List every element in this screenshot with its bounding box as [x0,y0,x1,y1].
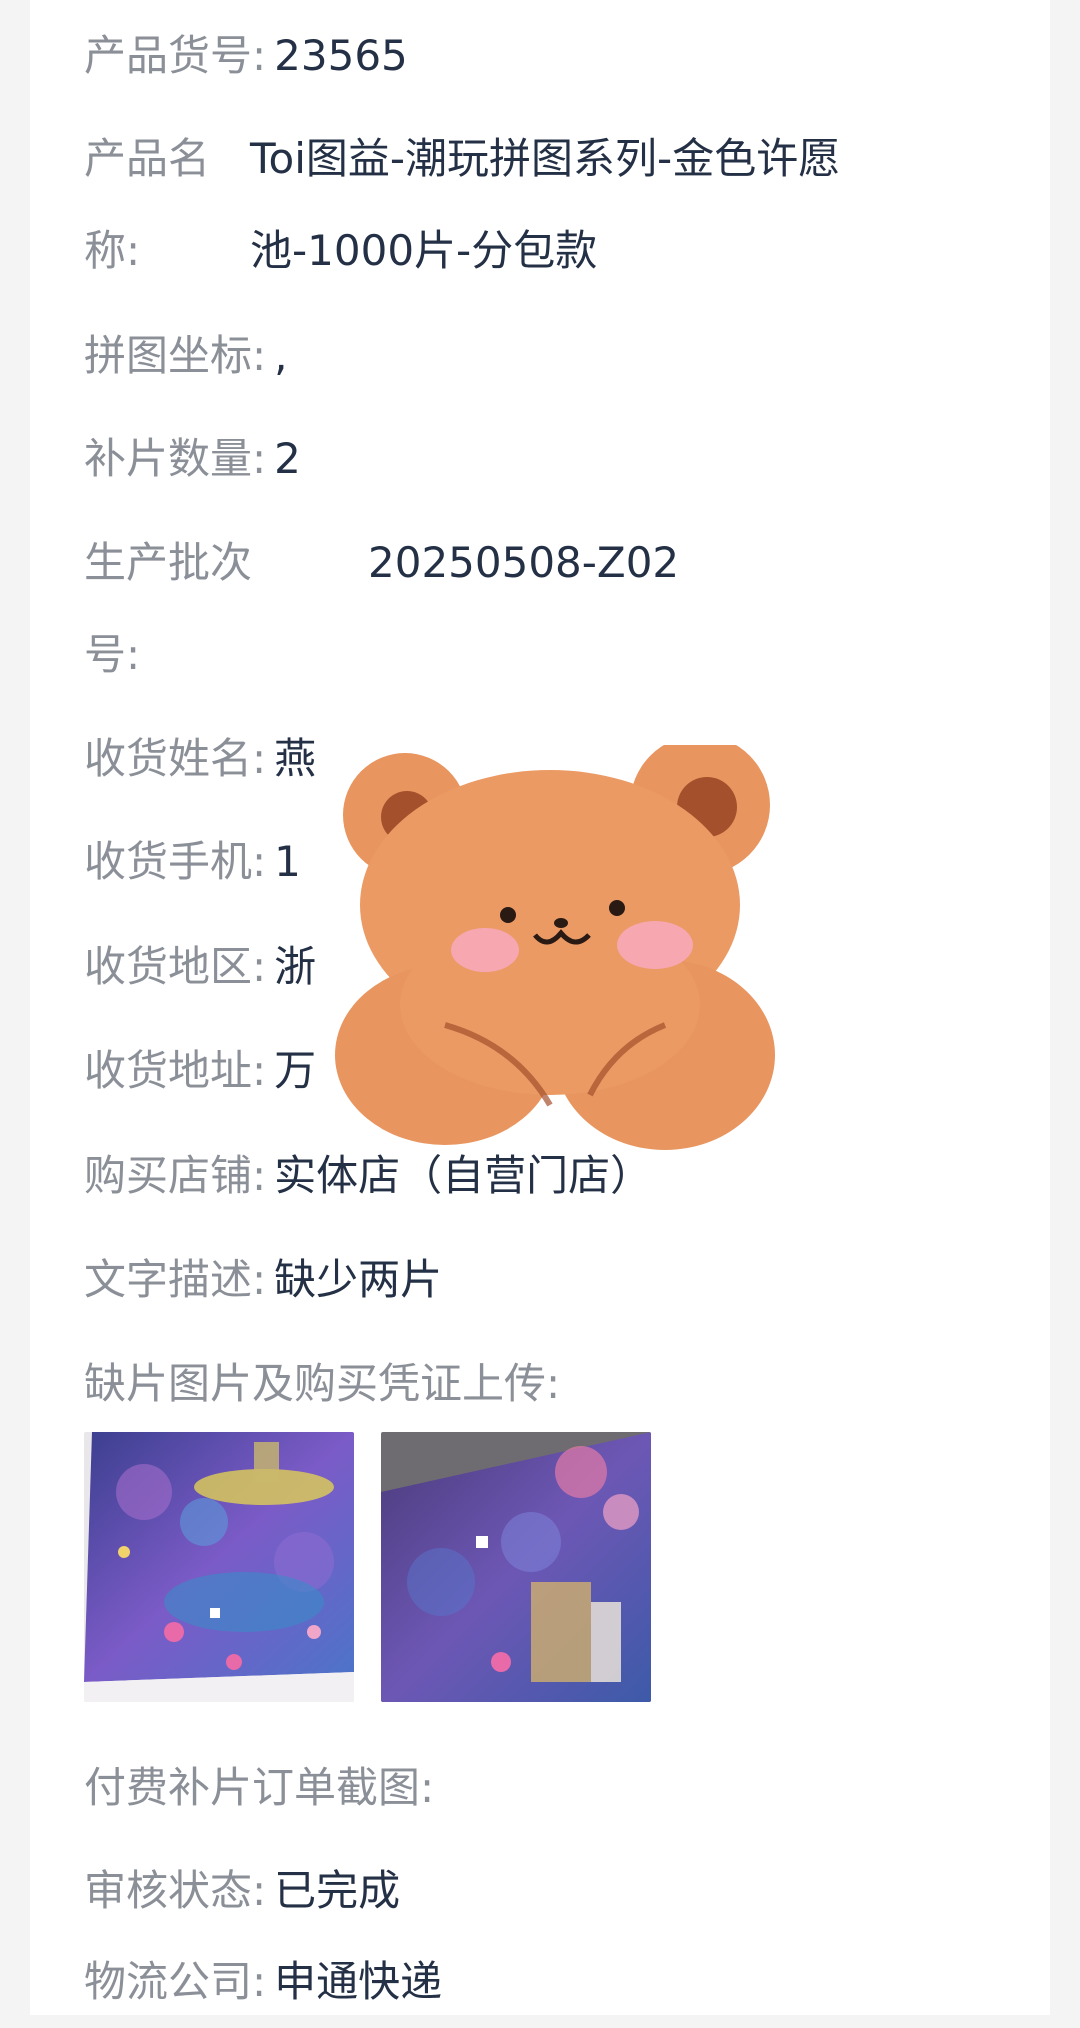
product-name-label-line1: 产品名 [84,134,211,183]
product-no-label: 产品货号: [84,31,267,80]
field-recv-region: 收货地区: 浙 [84,921,316,1013]
coords-value: , [274,331,288,380]
upload-label: 缺片图片及购买凭证上传: [84,1359,561,1408]
recv-addr-label: 收货地址: [84,1046,267,1095]
qty-label: 补片数量: [84,434,267,483]
field-review: 审核状态: 已完成 [84,1845,400,1937]
product-name-value-line2: 池-1000片-分包款 [250,226,598,275]
recv-phone-label: 收货手机: [84,837,267,886]
desc-label: 文字描述: [84,1255,267,1304]
batch-label-line1: 生产批次 [84,538,253,587]
review-label: 审核状态: [84,1866,267,1915]
batch-label-line2: 号: [84,630,141,679]
field-coords: 拼图坐标:, [84,310,288,402]
desc-value: 缺少两片 [274,1255,443,1304]
field-paid-screenshot: 付费补片订单截图: [84,1742,434,1834]
recv-name-label: 收货姓名: [84,734,267,783]
product-name-label: 产品名 称: [84,113,259,297]
field-recv-addr: 收货地址: 万 [84,1025,316,1117]
recv-addr-value: 万 [274,1046,317,1095]
recv-phone-value: 1 [274,837,301,886]
review-value: 已完成 [274,1866,401,1915]
paid-screenshot-label: 付费补片订单截图: [84,1763,435,1812]
recv-region-value: 浙 [274,942,317,991]
product-name-value-line1: Toi图益-潮玩拼图系列-金色许愿 [250,134,841,183]
product-no-value: 23565 [274,31,408,80]
batch-value: 20250508-Z02 [368,538,680,587]
recv-name-value: 燕 [274,734,317,783]
field-qty: 补片数量: 2 [84,413,301,505]
field-logistics: 物流公司: 申通快递 [84,1936,442,2028]
upload-photo-2[interactable] [381,1432,651,1702]
coords-label: 拼图坐标: [84,331,267,380]
logistics-value: 申通快递 [274,1957,443,2006]
product-name-value: Toi图益-潮玩拼图系列-金色许愿 池-1000片-分包款 [250,113,840,297]
field-recv-phone: 收货手机: 1 [84,816,301,908]
field-recv-name: 收货姓名: 燕 [84,713,316,805]
logistics-label: 物流公司: [84,1957,267,2006]
qty-value: 2 [274,434,301,483]
bear-sticker-icon [325,735,785,1165]
recv-region-label: 收货地区: [84,942,267,991]
store-label: 购买店铺: [84,1151,267,1200]
field-product-no: 产品货号: 23565 [84,10,408,102]
field-desc: 文字描述: 缺少两片 [84,1234,442,1326]
batch-label: 生产批次 号: [84,517,259,701]
field-upload: 缺片图片及购买凭证上传: [84,1338,560,1430]
upload-photo-1[interactable] [84,1432,354,1702]
product-name-label-line2: 称: [84,226,141,275]
